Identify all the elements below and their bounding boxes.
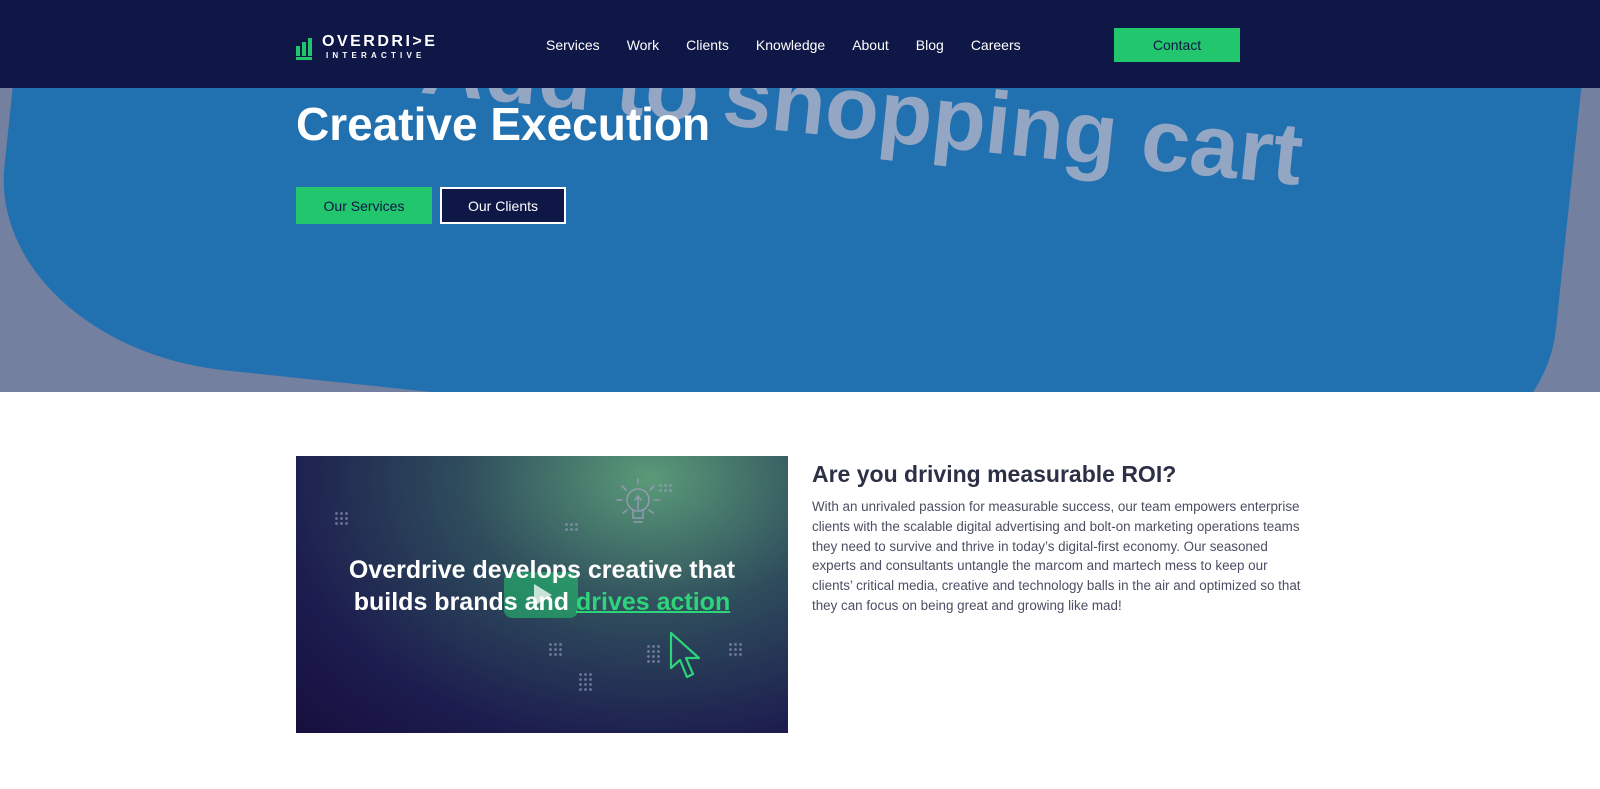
contact-button[interactable]: Contact [1114,28,1240,62]
logo-subtitle: INTERACTIVE [326,51,426,60]
our-services-button[interactable]: Our Services [296,187,432,224]
our-clients-button[interactable]: Our Clients [440,187,566,224]
roi-paragraph: With an unrivaled passion for measurable… [812,499,1301,613]
video-thumbnail[interactable]: Overdrive develops creative that builds … [296,456,788,733]
nav-work[interactable]: Work [627,36,659,54]
nav-careers[interactable]: Careers [971,36,1021,54]
dot-grid-decoration [548,642,562,656]
logo-wordmark: OVERDRI>E [322,33,438,50]
roi-heading: Are you driving measurable ROI? [812,461,1177,487]
hero-title: Creative Execution [296,98,711,150]
main-nav: Services Work Clients Knowledge About Bl… [546,36,1048,54]
nav-knowledge[interactable]: Knowledge [756,36,825,54]
site-header: OVERDRI>E INTERACTIVE Services Work Clie… [0,0,1600,88]
dot-grid-decoration [334,511,348,525]
nav-clients[interactable]: Clients [686,36,729,54]
lightbulb-icon [616,478,660,523]
dot-grid-decoration [564,522,578,531]
nav-about[interactable]: About [852,36,889,54]
dot-grid-decoration [728,642,742,656]
nav-blog[interactable]: Blog [916,36,944,54]
mouse-cursor-icon [669,631,701,679]
video-headline-accent: drives action [576,588,731,616]
video-headline-prefix: builds brands and [353,588,576,616]
nav-services[interactable]: Services [546,36,600,54]
overdrive-logo[interactable]: OVERDRI>E INTERACTIVE [296,34,437,64]
video-headline-line1: Overdrive develops creative that [348,556,736,584]
hero-section: Add to shopping cart [0,88,1600,392]
video-headline-line2: builds brands and drives action [296,586,788,618]
dot-grid-decoration [578,672,592,692]
bar-chart-logo-icon [296,34,314,60]
dot-grid-decoration [646,644,660,664]
